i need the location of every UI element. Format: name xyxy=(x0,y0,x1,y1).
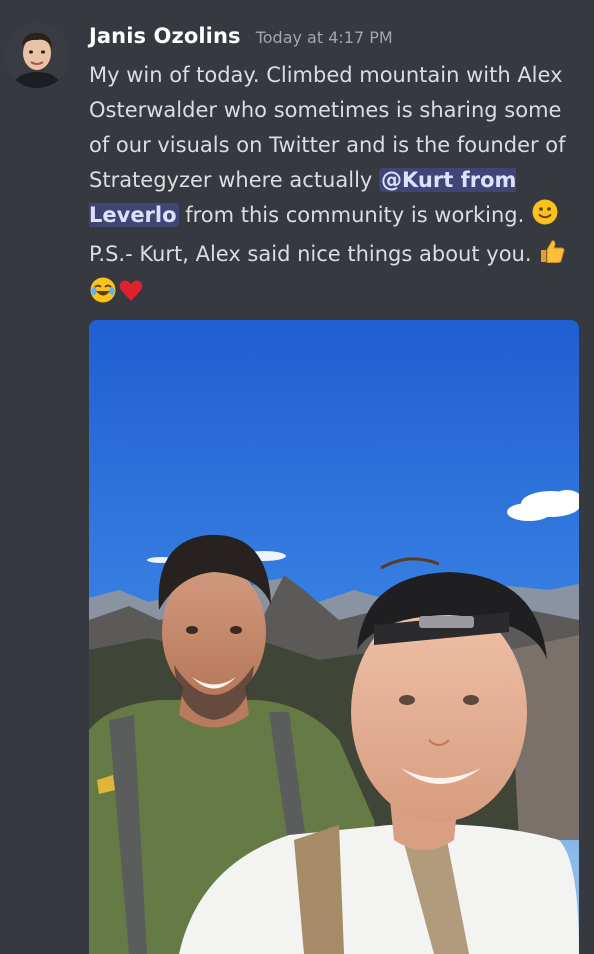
joy-icon[interactable] xyxy=(89,276,117,315)
attached-image[interactable] xyxy=(89,320,579,954)
author-avatar[interactable] xyxy=(4,22,70,88)
slightly-smiling-face-icon[interactable] xyxy=(531,198,559,237)
message-timestamp[interactable]: Today at 4:17 PM xyxy=(256,28,393,47)
message-content: My win of today. Climbed mountain with A… xyxy=(89,58,584,315)
message-text-part-3: P.S.- Kurt, Alex said nice things about … xyxy=(89,242,539,266)
message-header: Janis Ozolins Today at 4:17 PM xyxy=(89,24,393,48)
thumbs-up-icon[interactable] xyxy=(538,237,566,276)
red-heart-icon[interactable] xyxy=(117,276,145,315)
message-text-part-2: from this community is working. xyxy=(178,203,531,227)
author-username[interactable]: Janis Ozolins xyxy=(89,24,241,48)
